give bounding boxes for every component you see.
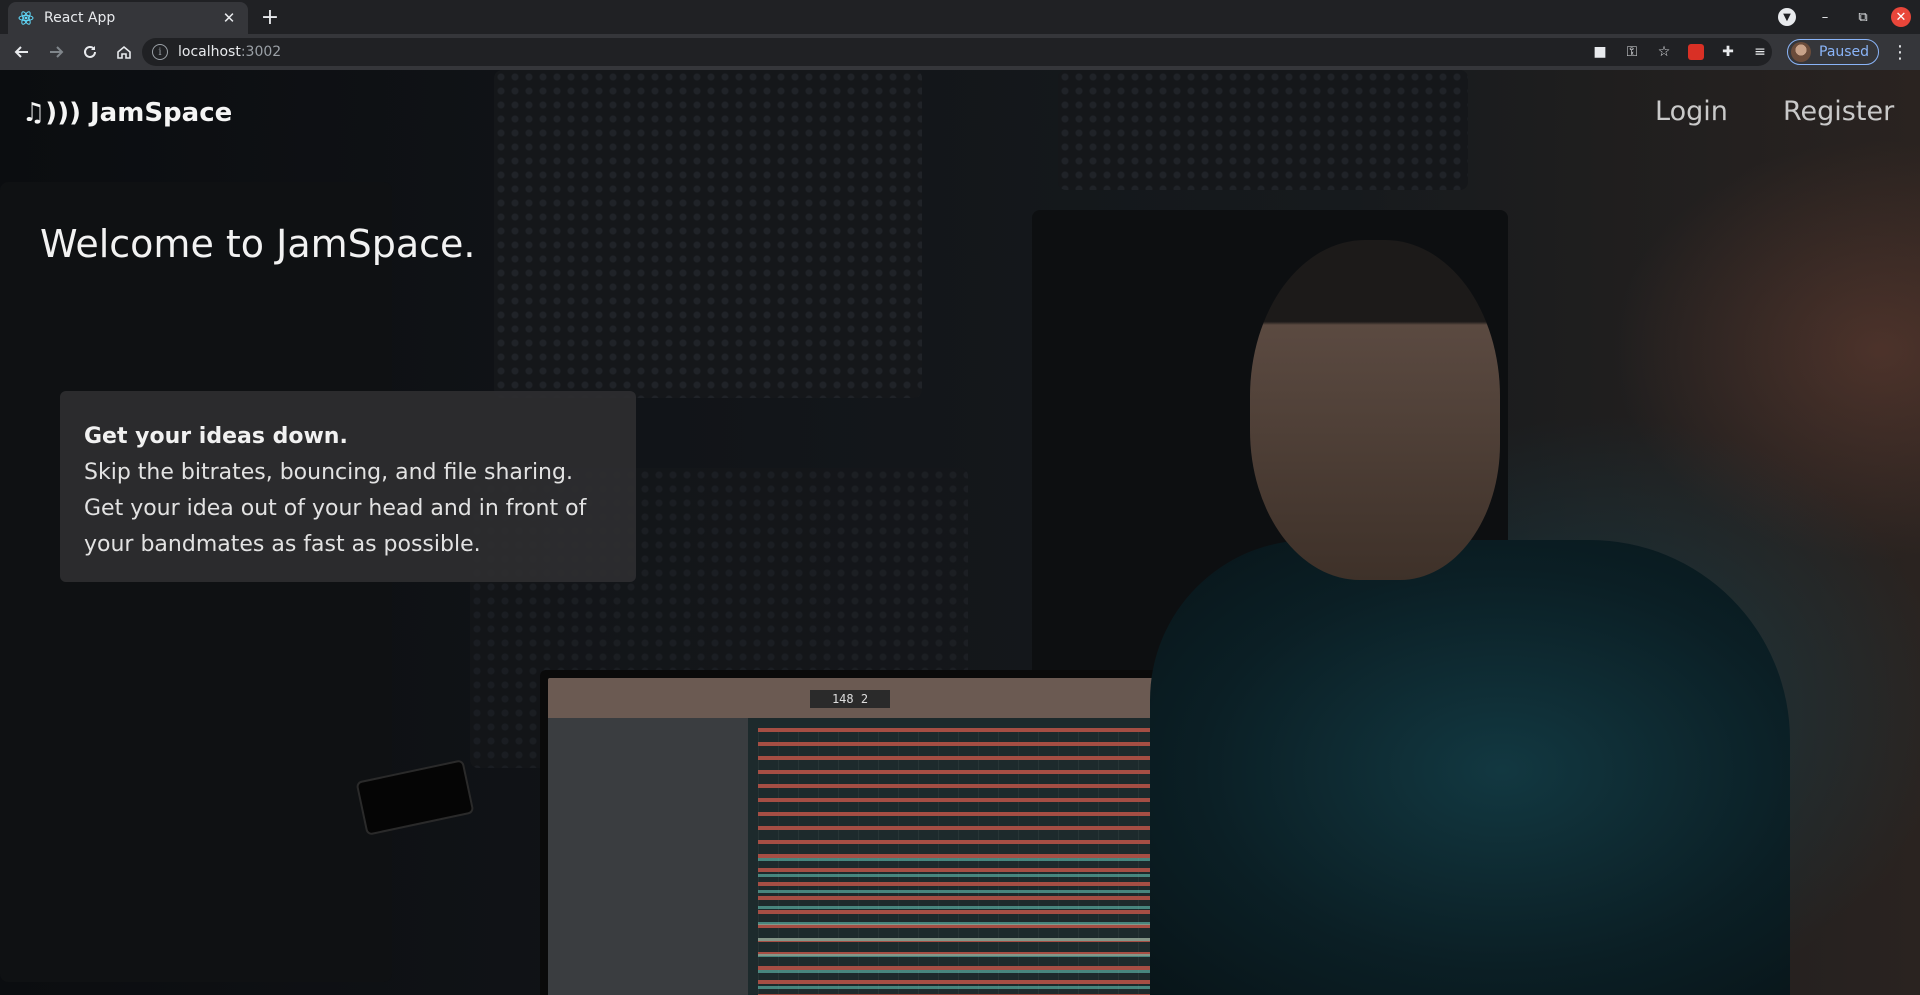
camera-blocked-icon[interactable]: ■ (1590, 42, 1610, 62)
new-tab-button[interactable]: + (258, 5, 282, 30)
restore-button[interactable]: ⧉ (1844, 0, 1882, 34)
feature-card-body: Skip the bitrates, bouncing, and file sh… (84, 460, 587, 557)
extensions-puzzle-icon[interactable]: ✚ (1718, 42, 1738, 62)
reading-list-icon[interactable]: ≡ (1750, 42, 1770, 62)
url-host: localhost (178, 44, 241, 60)
reload-button[interactable] (74, 36, 106, 68)
daw-mixer (548, 718, 748, 995)
feature-card-heading: Get your ideas down. (84, 424, 348, 449)
close-window-button[interactable]: ✕ (1882, 0, 1920, 34)
address-bar[interactable]: i localhost:3002 (142, 38, 1772, 66)
minimize-button[interactable]: – (1806, 0, 1844, 34)
background-panel (0, 182, 392, 982)
window-controls: ▼ – ⧉ ✕ (1768, 0, 1920, 34)
close-icon: ✕ (1891, 7, 1911, 27)
close-tab-icon[interactable]: ✕ (220, 9, 238, 27)
arrow-right-icon (50, 46, 64, 58)
key-icon[interactable]: ⚿ (1622, 42, 1642, 62)
avatar (1791, 42, 1811, 62)
daw-tempo-display: 148 2 (810, 690, 890, 708)
musician-photo (1150, 240, 1790, 995)
chevron-down-icon: ▼ (1778, 8, 1796, 26)
profile-status: Paused (1819, 44, 1870, 60)
kebab-menu-icon[interactable]: ⋮ (1888, 38, 1912, 66)
browser-tab-strip: React App ✕ + ▼ – ⧉ ✕ (0, 0, 1920, 34)
back-button[interactable] (6, 36, 38, 68)
forward-button[interactable] (40, 36, 72, 68)
register-link[interactable]: Register (1783, 96, 1894, 127)
tab-search-button[interactable]: ▼ (1768, 0, 1806, 34)
arrow-left-icon (14, 46, 28, 58)
reload-icon (84, 45, 96, 58)
brand-logo[interactable]: ♫))) JamSpace (22, 98, 232, 128)
home-button[interactable] (108, 36, 140, 68)
profile-button[interactable]: Paused (1787, 39, 1879, 65)
site-info-icon[interactable]: i (152, 44, 168, 60)
person-torso (1150, 540, 1790, 995)
browser-tab[interactable]: React App ✕ (8, 2, 248, 34)
person-head (1250, 240, 1500, 580)
feature-card: Get your ideas down. Skip the bitrates, … (60, 391, 636, 582)
daw-screen: 148 2 (548, 678, 1172, 995)
login-link[interactable]: Login (1655, 96, 1728, 127)
home-icon (117, 45, 131, 59)
toolbar-icons: ■ ⚿ ☆ ✚ ≡ (1590, 38, 1770, 66)
browser-toolbar: i localhost:3002 ■ ⚿ ☆ ✚ ≡ Paused ⋮ (0, 34, 1920, 70)
bookmark-star-icon[interactable]: ☆ (1654, 42, 1674, 62)
react-logo-icon (18, 10, 34, 26)
extension-red-icon[interactable] (1686, 42, 1706, 62)
daw-midi-regions (758, 858, 1172, 995)
monitor-image: 148 2 (540, 670, 1180, 995)
app-navbar: ♫))) JamSpace Login Register (0, 70, 1920, 148)
tab-title: React App (44, 10, 116, 26)
url-port: :3002 (240, 44, 282, 60)
page-title: Welcome to JamSpace. (40, 222, 476, 266)
page-viewport: 148 2 ♫))) JamSpace Login Register Welco… (0, 70, 1920, 995)
